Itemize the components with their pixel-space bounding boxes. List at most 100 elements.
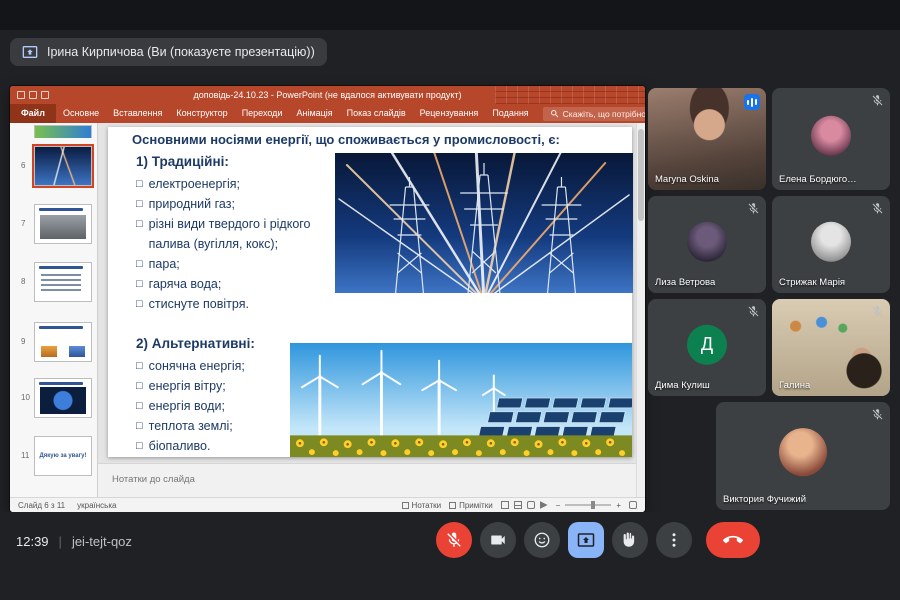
slide-notes-pane[interactable]: Нотатки до слайда <box>98 463 636 497</box>
square-bullet: □ <box>136 254 143 274</box>
slide-thumbnail-preview <box>41 274 81 276</box>
tab-animations[interactable]: Анімація <box>289 104 339 123</box>
end-call-button[interactable] <box>706 522 760 558</box>
list-item: □електроенергія; <box>136 174 342 194</box>
slide-thumbnail-partial[interactable] <box>34 125 92 138</box>
normal-view-icon[interactable] <box>501 501 509 509</box>
list-item-text: стиснуте повітря. <box>149 294 249 314</box>
call-controls <box>436 522 760 558</box>
save-icon[interactable] <box>17 91 25 99</box>
participant-tile-maryna[interactable]: Maryna Oskina <box>648 88 766 190</box>
slide-thumbnail-10[interactable] <box>34 378 92 418</box>
slide-thumbnail-9[interactable] <box>34 322 92 362</box>
slide-sorter-icon[interactable] <box>514 501 522 509</box>
reactions-button[interactable] <box>524 522 560 558</box>
emoji-icon <box>533 531 551 549</box>
initial-avatar: Д <box>687 324 727 364</box>
slide-thumbnail-7[interactable] <box>34 204 92 244</box>
tab-home[interactable]: Основне <box>56 104 106 123</box>
zoom-slider[interactable] <box>565 504 611 506</box>
tab-review[interactable]: Рецензування <box>413 104 486 123</box>
participant-name: Лиза Ветрова <box>655 277 715 288</box>
reading-view-icon[interactable] <box>527 501 535 509</box>
thumb-number: 11 <box>21 451 29 460</box>
powerpoint-status-bar: Слайд 6 з 11 українська Нотатки Примітки… <box>10 497 645 512</box>
tab-transitions[interactable]: Переходи <box>235 104 290 123</box>
square-bullet: □ <box>136 396 143 416</box>
participant-name: Стрижак Марія <box>779 277 845 288</box>
participant-tile-stryzhak[interactable]: Стрижак Марія <box>772 196 890 293</box>
mic-button-muted[interactable] <box>436 522 472 558</box>
list-item: □різні види твердого і рідкого палива (в… <box>136 214 342 254</box>
language-indicator[interactable]: українська <box>77 501 116 510</box>
participant-name: Елена Бордюго… <box>779 174 857 185</box>
slide-thumbnail-preview <box>35 147 91 185</box>
participant-tile-elena[interactable]: Елена Бордюго… <box>772 88 890 190</box>
slide-thumbnail-preview <box>40 215 86 239</box>
slide-thumbnail-preview <box>40 387 86 414</box>
zoom-control: − + <box>556 501 621 510</box>
slide-thumbnail-text: Дякую за увагу! <box>35 437 91 475</box>
slide-canvas[interactable]: Основними носіями енергії, що споживаєть… <box>108 127 632 457</box>
present-button-active[interactable] <box>568 522 604 558</box>
comments-icon <box>449 502 456 509</box>
tell-me-label: Скажіть, що потрібно зробити... <box>563 109 645 119</box>
slideshow-icon[interactable] <box>540 501 548 509</box>
zoom-slider-thumb[interactable] <box>591 501 595 509</box>
list-item: □пара; <box>136 254 342 274</box>
scrollbar-thumb[interactable] <box>638 129 644 221</box>
undo-icon[interactable] <box>29 91 37 99</box>
zoom-in-button[interactable]: + <box>616 501 621 510</box>
participant-tile-galina[interactable]: Галина <box>772 299 890 396</box>
fit-to-window-icon[interactable] <box>629 501 637 509</box>
slide-thumbnail-preview <box>39 208 83 211</box>
tab-design[interactable]: Конструктор <box>169 104 234 123</box>
tab-file[interactable]: Файл <box>10 104 56 123</box>
more-vertical-icon <box>665 531 683 549</box>
list-item-text: теплота землі; <box>149 416 233 436</box>
participant-tile-dyma[interactable]: Д Дима Кулиш <box>648 299 766 396</box>
renewables-image <box>290 343 632 457</box>
tab-view[interactable]: Подання <box>485 104 535 123</box>
list-item-text: енергія вітру; <box>149 376 226 396</box>
participant-tile-liza[interactable]: Лиза Ветрова <box>648 196 766 293</box>
vertical-scrollbar[interactable] <box>636 123 645 497</box>
thumb-number: 6 <box>21 161 25 170</box>
more-options-button[interactable] <box>656 522 692 558</box>
redo-icon[interactable] <box>41 91 49 99</box>
list-item: □теплота землі; <box>136 416 296 436</box>
slide-thumbnail-preview <box>39 382 83 385</box>
divider: | <box>59 534 62 549</box>
raise-hand-button[interactable] <box>612 522 648 558</box>
audio-active-indicator <box>744 94 760 110</box>
participant-tile-viktoria[interactable]: Виктория Фучижий <box>716 402 890 510</box>
zoom-out-button[interactable]: − <box>556 501 561 510</box>
slide-thumbnail-preview <box>39 326 83 329</box>
mic-off-icon <box>747 202 760 215</box>
tell-me-box[interactable]: Скажіть, що потрібно зробити... <box>543 107 645 121</box>
avatar <box>779 428 827 476</box>
thumb-number: 10 <box>21 393 30 402</box>
present-to-all-icon <box>22 44 38 60</box>
slide-thumbnail-6[interactable] <box>34 146 92 186</box>
slide-thumbnail-8[interactable] <box>34 262 92 302</box>
mic-off-icon <box>871 94 884 107</box>
mic-off-icon <box>445 531 463 549</box>
slide-thumbnail-preview <box>39 266 83 269</box>
slide-thumbnail-11[interactable]: Дякую за увагу! <box>34 436 92 476</box>
powerpoint-body: 6 7 8 9 10 11 Дякую за увагу! Основними … <box>10 123 645 497</box>
camera-button[interactable] <box>480 522 516 558</box>
notes-toggle[interactable]: Нотатки <box>402 501 442 510</box>
square-bullet: □ <box>136 376 143 396</box>
slide-thumbnail-preview <box>69 346 85 357</box>
comments-toggle[interactable]: Примітки <box>449 501 493 510</box>
slide-editing-area: Основними носіями енергії, що споживаєть… <box>98 123 645 497</box>
window-title: доповідь-24.10.23 - PowerPoint (не вдало… <box>193 90 461 100</box>
meeting-info: 12:39 | jei-tejt-qoz <box>16 534 132 549</box>
avatar <box>687 221 727 261</box>
tab-slideshow[interactable]: Показ слайдів <box>340 104 413 123</box>
tab-insert[interactable]: Вставлення <box>106 104 169 123</box>
quick-access-toolbar[interactable] <box>17 91 49 99</box>
notes-toggle-label: Нотатки <box>412 501 442 510</box>
powerpoint-titlebar: доповідь-24.10.23 - PowerPoint (не вдало… <box>10 86 645 104</box>
